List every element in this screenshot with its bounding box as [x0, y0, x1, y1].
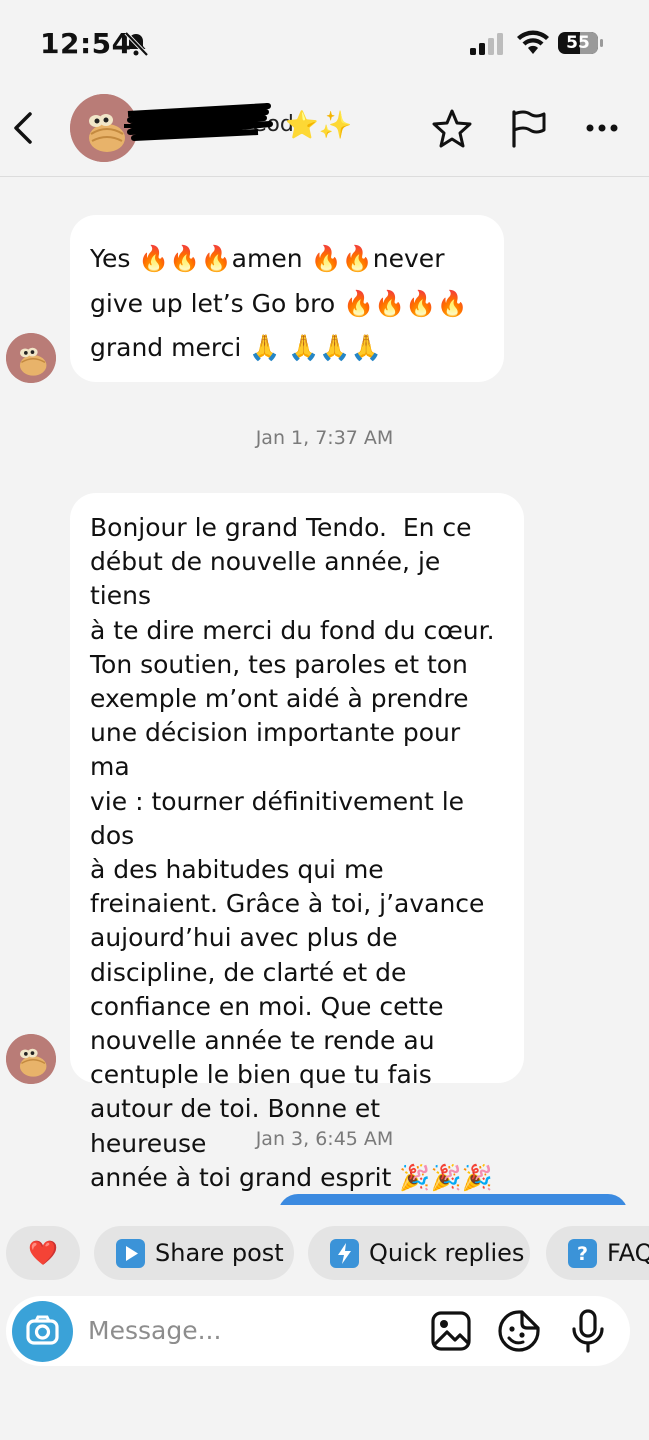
- back-icon[interactable]: [8, 108, 40, 148]
- quick-replies-chip[interactable]: Quick replies: [308, 1226, 530, 1280]
- camera-button[interactable]: [12, 1301, 73, 1362]
- header-divider: [0, 176, 649, 177]
- status-time: 12:54: [40, 27, 132, 60]
- camera-icon: [26, 1315, 59, 1345]
- message-text: Yes 🔥🔥🔥amen 🔥🔥never give up let’s Go bro…: [90, 244, 468, 362]
- redaction-scribble: [124, 103, 273, 141]
- battery-level: 55: [566, 33, 590, 53]
- play-icon: [116, 1238, 145, 1268]
- bell-muted-icon: [124, 31, 149, 57]
- name-emoji: ⭐✨: [285, 110, 353, 141]
- lightning-icon: [330, 1238, 359, 1268]
- svg-text:?: ?: [577, 1243, 588, 1265]
- message-text: Bonjour le grand Tendo. En ce début de n…: [90, 513, 495, 1192]
- heart-icon: ❤️: [28, 1239, 58, 1267]
- gallery-icon[interactable]: [430, 1310, 472, 1352]
- quick-replies-label: Quick replies: [369, 1239, 525, 1267]
- sticker-icon[interactable]: [497, 1309, 541, 1353]
- share-post-label: Share post: [155, 1239, 284, 1267]
- wifi-icon: [517, 30, 549, 54]
- microphone-icon[interactable]: [568, 1308, 608, 1354]
- faq-label: FAQ: [607, 1239, 649, 1267]
- contact-name-wrap[interactable]: Ingrid de Code: [124, 103, 307, 142]
- message-input[interactable]: [88, 1310, 408, 1350]
- signal-icon: [470, 33, 503, 55]
- contact-avatar-small: [6, 333, 56, 383]
- share-post-chip[interactable]: Share post: [94, 1226, 294, 1280]
- message-bubble-received[interactable]: Bonjour le grand Tendo. En ce début de n…: [70, 493, 524, 1192]
- heart-chip[interactable]: ❤️: [6, 1226, 80, 1280]
- battery-indicator: 55: [558, 32, 604, 56]
- star-icon[interactable]: [430, 106, 474, 150]
- message-timestamp: Jan 1, 7:37 AM: [255, 427, 394, 449]
- snail-avatar-icon: [6, 333, 56, 383]
- snail-avatar-icon: [6, 1034, 56, 1084]
- faq-chip[interactable]: ? FAQ: [546, 1226, 649, 1280]
- question-icon: ?: [568, 1238, 597, 1268]
- contact-avatar-small: [6, 1034, 56, 1084]
- message-bubble-received[interactable]: Yes 🔥🔥🔥amen 🔥🔥never give up let’s Go bro…: [70, 215, 504, 382]
- more-icon[interactable]: [580, 110, 624, 146]
- message-timestamp: Jan 3, 6:45 AM: [255, 1128, 394, 1150]
- flag-icon[interactable]: [506, 106, 550, 150]
